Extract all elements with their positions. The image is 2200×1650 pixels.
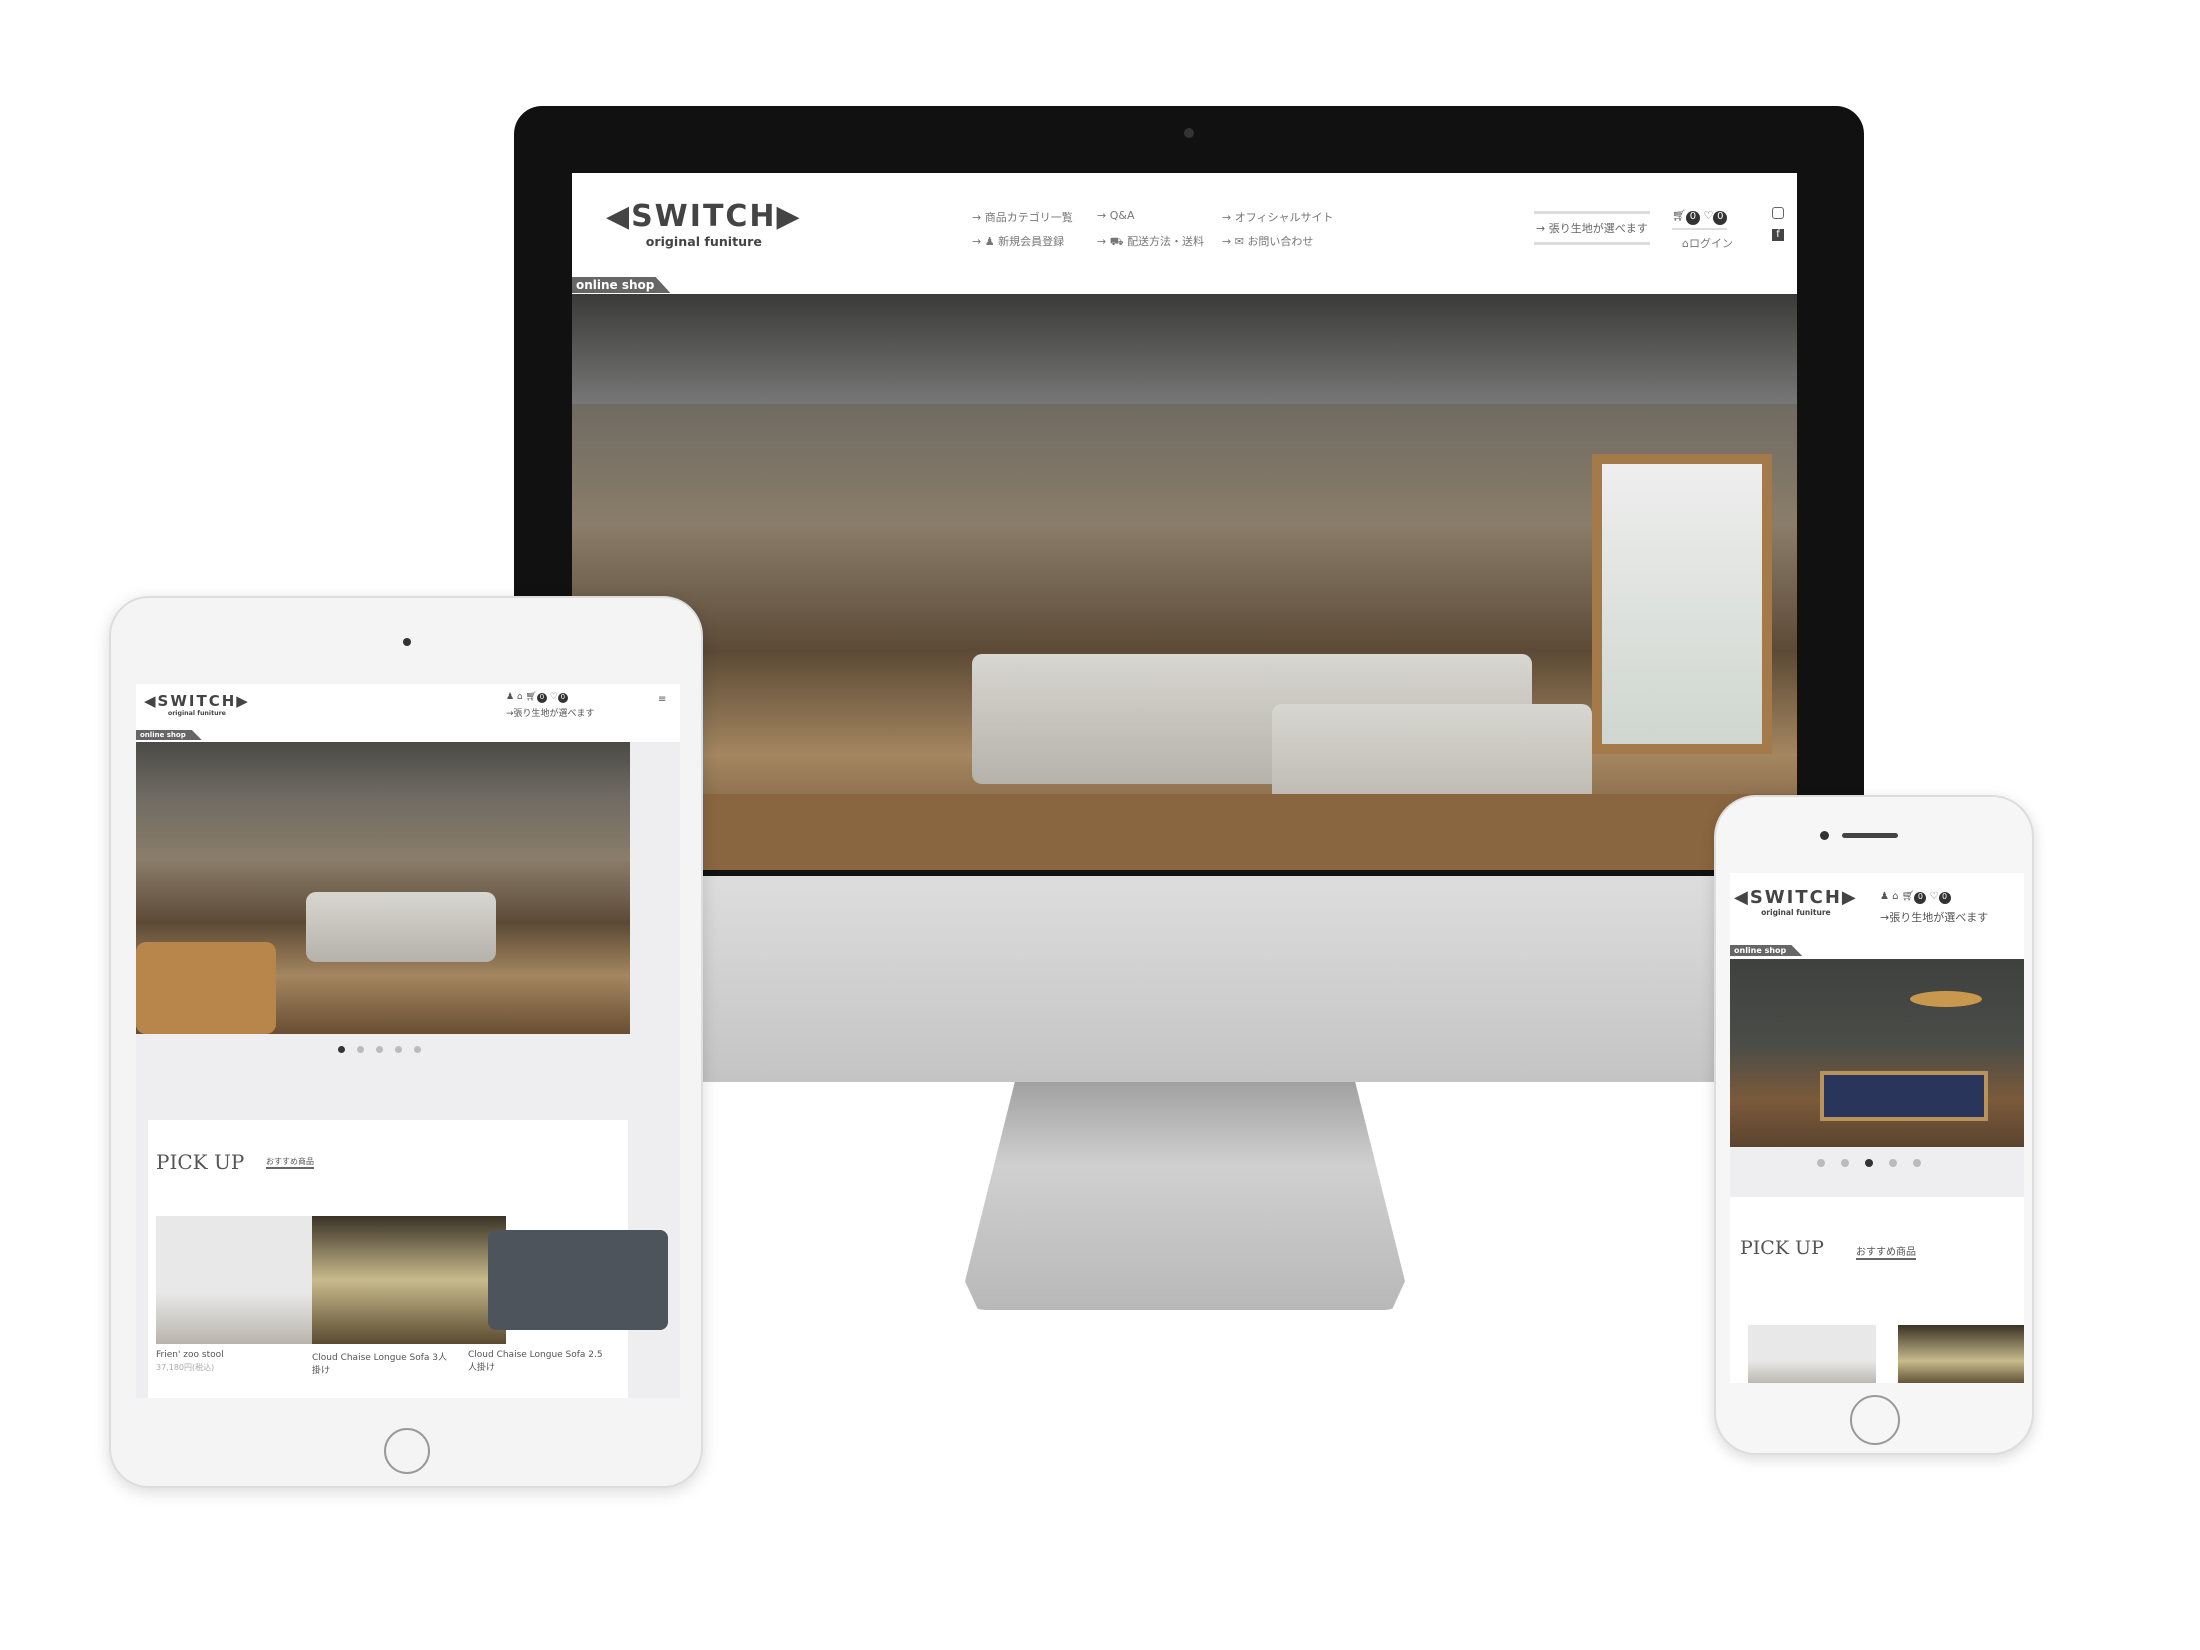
pickup-section: PICK UP おすすめ商品 Frien' zoo stool 37,180円(… — [148, 1120, 668, 1398]
cart-icon[interactable]: 🛒︎ — [1672, 209, 1686, 222]
monitor-stand — [965, 1070, 1405, 1310]
pickup-title: PICK UP — [156, 1150, 245, 1174]
tablet-screen: ◀SWITCH▶ original funiture ♟ ⌂ 🛒︎ 0 ♡ 0 →張り… — [136, 684, 680, 1398]
facebook-icon[interactable]: f — [1772, 229, 1784, 241]
phone-camera-icon — [1820, 831, 1829, 840]
product-image[interactable] — [156, 1216, 312, 1344]
logo[interactable]: ◀SWITCH▶ original funiture — [606, 199, 802, 249]
product-image[interactable] — [488, 1230, 668, 1330]
tablet: ◀SWITCH▶ original funiture ♟ ⌂ 🛒︎ 0 ♡ 0 →張り… — [109, 596, 703, 1488]
instagram-icon[interactable] — [1772, 207, 1784, 219]
pickup-subtitle[interactable]: おすすめ商品 — [1856, 1243, 1916, 1260]
monitor: ◀SWITCH▶ original funiture → 商品カテゴリ一覧 → Q… — [514, 106, 1864, 1082]
tablet-camera-icon — [403, 638, 411, 646]
hero-image — [1730, 959, 2024, 1147]
cart-wishlist[interactable]: 🛒︎ 0 ♡ 0 — [1672, 209, 1728, 230]
carousel-dots[interactable] — [338, 1046, 421, 1053]
hero-image — [572, 294, 1797, 870]
online-shop-tag: online shop — [1730, 945, 1803, 956]
pickup-title: PICK UP — [1740, 1237, 1824, 1259]
phone: ◀SWITCH▶ original funiture ♟ ⌂ 🛒︎ 0 ♡ 0 →張り… — [1714, 795, 2034, 1455]
phone-screen: ◀SWITCH▶ original funiture ♟ ⌂ 🛒︎ 0 ♡ 0 →張り… — [1730, 873, 2024, 1383]
main-nav: → 商品カテゴリ一覧 → Q&A → オフィシャルサイト → ♟ 新規会員登録 … — [972, 209, 1347, 250]
monitor-chin — [514, 876, 1864, 1082]
cart-count: 0 — [1685, 211, 1700, 225]
nav-contact[interactable]: → ✉ お問い合わせ — [1222, 233, 1347, 250]
login-link[interactable]: ⌂ログイン — [1682, 235, 1733, 251]
nav-register[interactable]: → ♟ 新規会員登録 — [972, 233, 1097, 250]
phone-speaker — [1842, 833, 1898, 838]
pickup-section: PICK UP おすすめ商品 — [1730, 1197, 2024, 1383]
product-image[interactable] — [1748, 1325, 1876, 1383]
carousel-dots[interactable] — [1817, 1159, 1921, 1167]
product-image[interactable] — [312, 1216, 506, 1344]
hero-image — [136, 742, 630, 1034]
home-button[interactable] — [1850, 1395, 1900, 1445]
nav-official[interactable]: → オフィシャルサイト — [1222, 209, 1347, 225]
pickup-subtitle[interactable]: おすすめ商品 — [266, 1156, 314, 1169]
tablet-icons[interactable]: ♟ ⌂ 🛒︎ 0 ♡ 0 — [506, 692, 568, 703]
product-name[interactable]: Cloud Chaise Longue Sofa 2.5人掛け — [468, 1350, 608, 1373]
camera-icon — [1184, 128, 1194, 138]
desktop-header: ◀SWITCH▶ original funiture → 商品カテゴリ一覧 → Q… — [572, 173, 1797, 294]
fabric-link[interactable]: → 張り生地が選べます — [1534, 211, 1650, 245]
wishlist-count: 0 — [1713, 211, 1728, 225]
product-price: 37,180円(税込) — [156, 1363, 215, 1372]
logo[interactable]: ◀SWITCH▶ original funiture — [1734, 887, 1858, 917]
online-shop-tag: online shop — [136, 730, 202, 740]
product-name[interactable]: Frien' zoo stool — [156, 1350, 306, 1360]
fabric-link[interactable]: →張り生地が選べます — [1880, 909, 1988, 925]
product-name[interactable]: Cloud Chaise Longue Sofa 3人掛け — [312, 1350, 452, 1376]
fabric-link[interactable]: →張り生地が選べます — [506, 706, 595, 719]
product-image[interactable] — [1898, 1325, 2024, 1383]
phone-icons[interactable]: ♟ ⌂ 🛒︎ 0 ♡ 0 — [1880, 891, 1951, 904]
home-button[interactable] — [384, 1428, 430, 1474]
nav-qa[interactable]: → Q&A — [1097, 209, 1222, 225]
nav-shipping[interactable]: → ⛟ 配送方法・送料 — [1097, 233, 1222, 250]
heart-icon[interactable]: ♡ — [1703, 209, 1713, 222]
logo[interactable]: ◀SWITCH▶ original funiture — [144, 692, 250, 717]
nav-category[interactable]: → 商品カテゴリ一覧 — [972, 209, 1097, 225]
online-shop-tag: online shop — [572, 277, 671, 293]
menu-icon[interactable]: ≡ — [658, 694, 666, 705]
desktop-screen: ◀SWITCH▶ original funiture → 商品カテゴリ一覧 → Q… — [572, 173, 1797, 870]
